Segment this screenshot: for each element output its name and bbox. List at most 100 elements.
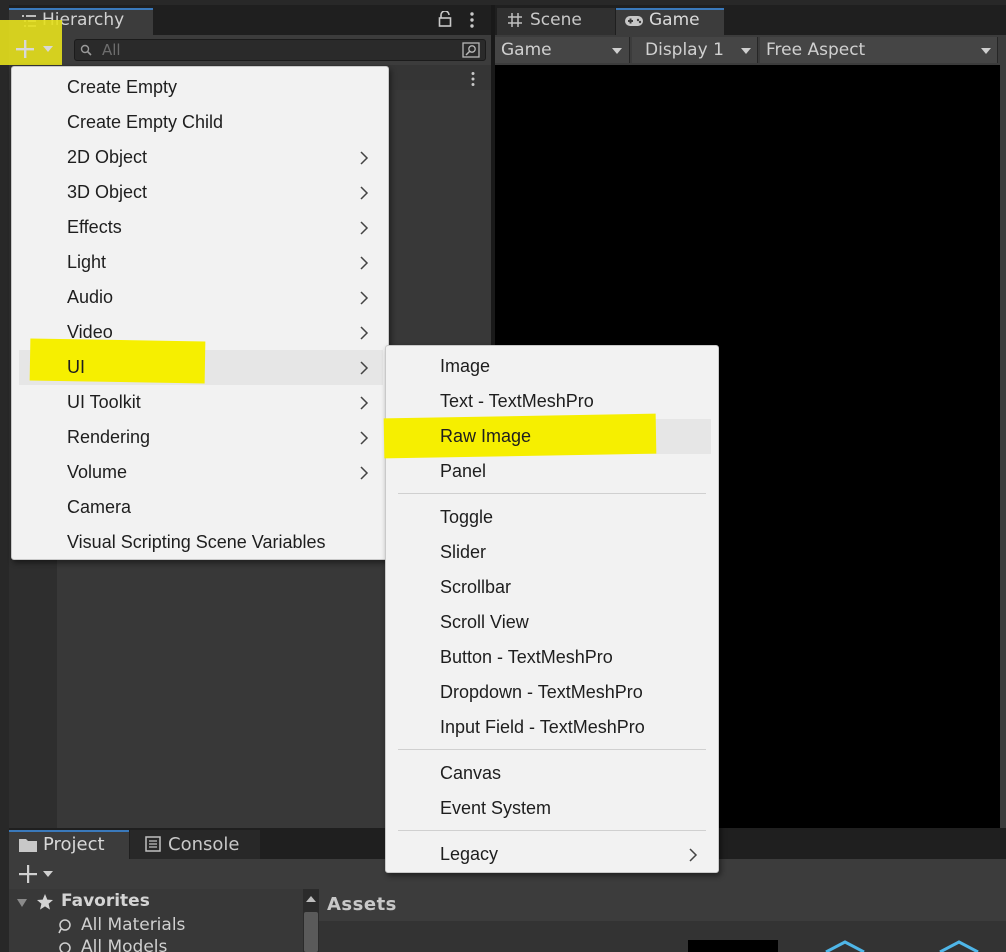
menu-item-light[interactable]: Light [12,245,388,280]
chevron-right-icon [360,431,369,445]
menu-item-label: Volume [67,462,128,482]
menu-item-video[interactable]: Video [12,315,388,350]
chevron-right-icon [360,221,369,235]
assets-grid [319,921,1006,952]
menu-item-label: Effects [67,217,122,237]
menu-item-label: Rendering [67,427,151,447]
prefab-icon[interactable] [822,940,868,952]
display-dropdown[interactable]: Display 1 [632,37,758,63]
view-mode-label: Game [501,40,552,60]
chevron-down-icon[interactable] [42,45,54,53]
submenu-item-panel[interactable]: Panel [386,454,718,489]
menu-item-label: Slider [440,542,487,562]
menu-item-label: Create Empty [67,77,178,97]
menu-item-2d-object[interactable]: 2D Object [12,140,388,175]
menu-item-label: Scroll View [440,612,529,632]
chevron-down-icon [612,48,622,54]
menu-item-label: Dropdown - TextMeshPro [440,682,643,702]
submenu-item-raw-image[interactable]: Raw Image [386,419,718,454]
search-scope-icon[interactable] [462,42,480,58]
asset-thumbnail[interactable] [688,940,778,952]
submenu-item-image[interactable]: Image [386,349,718,384]
submenu-item-event-system[interactable]: Event System [386,791,718,826]
lock-icon[interactable] [438,11,452,27]
chevron-right-icon [360,256,369,270]
menu-item-label: Button - TextMeshPro [440,647,613,667]
star-icon [37,894,53,910]
submenu-item-slider[interactable]: Slider [386,535,718,570]
menu-item-label: Canvas [440,763,502,783]
menu-item-rendering[interactable]: Rendering [12,420,388,455]
chevron-right-icon [360,291,369,305]
expand-arrow-icon[interactable] [17,898,27,908]
submenu-item-canvas[interactable]: Canvas [386,756,718,791]
submenu-item-text-textmeshpro[interactable]: Text - TextMeshPro [386,384,718,419]
menu-item-label: Raw Image [440,426,532,446]
submenu-item-legacy[interactable]: Legacy [386,837,718,872]
chevron-down-icon[interactable] [42,870,54,878]
hierarchy-search-input[interactable] [74,39,486,61]
menu-item-label: Light [67,252,107,272]
menu-item-label: 3D Object [67,182,148,202]
aspect-label: Free Aspect [766,40,866,60]
tab-scene-label: Scene [530,10,582,30]
menu-item-label: Toggle [440,507,494,527]
submenu-item-dropdown-textmeshpro[interactable]: Dropdown - TextMeshPro [386,675,718,710]
menu-item-label: Panel [440,461,487,481]
search-icon [58,919,71,934]
submenu-item-scrollbar[interactable]: Scrollbar [386,570,718,605]
submenu-item-scroll-view[interactable]: Scroll View [386,605,718,640]
game-panel-edge [1000,37,1006,828]
menu-separator [398,830,706,831]
search-placeholder: All [102,41,121,59]
chevron-right-icon [360,151,369,165]
menu-item-volume[interactable]: Volume [12,455,388,490]
menu-item-create-empty[interactable]: Create Empty [12,70,388,105]
display-label: Display 1 [645,40,724,60]
menu-item-audio[interactable]: Audio [12,280,388,315]
menu-item-label: Legacy [440,844,499,864]
menu-item-camera[interactable]: Camera [12,490,388,525]
submenu-item-input-field-textmeshpro[interactable]: Input Field - TextMeshPro [386,710,718,745]
tab-console-label: Console [168,834,240,855]
view-mode-dropdown[interactable]: Game [495,37,630,63]
menu-item-label: Camera [67,497,132,517]
more-options-icon[interactable] [468,11,476,29]
menu-item-label: 2D Object [67,147,148,167]
menu-item-3d-object[interactable]: 3D Object [12,175,388,210]
menu-item-label: Visual Scripting Scene Variables [67,532,326,552]
menu-separator [398,493,706,494]
chevron-right-icon [360,326,369,340]
menu-item-effects[interactable]: Effects [12,210,388,245]
submenu-item-button-textmeshpro[interactable]: Button - TextMeshPro [386,640,718,675]
menu-item-label: UI [67,357,85,377]
menu-item-label: Scrollbar [440,577,512,597]
ui-submenu: Image Text - TextMeshPro Raw Image Panel… [383,345,719,873]
scroll-up-icon[interactable] [305,895,317,903]
assets-breadcrumb[interactable]: Assets [327,894,397,915]
menu-item-label: Text - TextMeshPro [440,391,594,411]
more-options-icon[interactable] [469,71,477,87]
chevron-right-icon [689,848,698,862]
plus-icon[interactable] [14,38,36,60]
menu-item-ui[interactable]: UI [12,350,388,385]
scrollbar-thumb[interactable] [304,912,318,952]
plus-icon[interactable] [18,864,38,884]
chevron-right-icon [360,466,369,480]
menu-item-ui-toolkit[interactable]: UI Toolkit [12,385,388,420]
menu-item-create-empty-child[interactable]: Create Empty Child [12,105,388,140]
menu-item-visual-scripting-scene-variables[interactable]: Visual Scripting Scene Variables [12,525,388,560]
favorite-item-all-materials[interactable]: All Materials [81,915,185,935]
tab-project-label: Project [43,834,105,855]
menu-item-label: Audio [67,287,114,307]
create-context-menu: Create Empty Create Empty Child 2D Objec… [11,66,389,560]
tab-game-label: Game [649,10,700,30]
assets-header [319,889,1006,921]
favorites-label[interactable]: Favorites [61,891,150,911]
chevron-down-icon [741,48,751,54]
aspect-dropdown[interactable]: Free Aspect [760,37,998,63]
menu-item-label: Event System [440,798,552,818]
submenu-item-toggle[interactable]: Toggle [386,500,718,535]
favorite-item-all-models[interactable]: All Models [81,937,167,952]
prefab-icon[interactable] [936,940,982,952]
